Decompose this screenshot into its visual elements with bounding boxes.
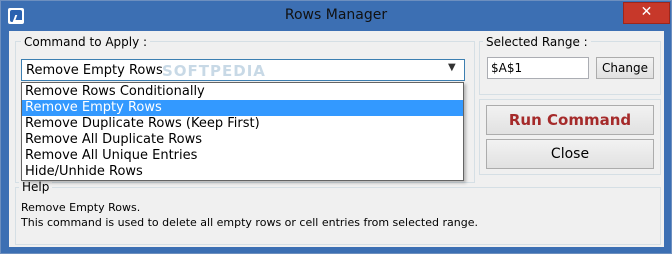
dropdown-option[interactable]: Remove Rows Conditionally [22, 84, 463, 100]
dropdown-option[interactable]: Remove Duplicate Rows (Keep First) [22, 116, 463, 132]
close-button[interactable]: Close [486, 139, 654, 169]
selected-range-field[interactable]: $A$1 [487, 57, 589, 79]
dropdown-option-selected[interactable]: Remove Empty Rows [22, 100, 463, 116]
chevron-down-icon[interactable]: ▼ [448, 62, 456, 73]
help-description-text: This command is used to delete all empty… [21, 216, 478, 229]
command-dropdown-list: Remove Rows Conditionally Remove Empty R… [21, 82, 464, 181]
client-area: Command to Apply : Remove Empty Rows SOF… [9, 31, 664, 247]
run-command-button[interactable]: Run Command [486, 105, 654, 135]
change-range-button[interactable]: Change [596, 57, 654, 79]
softpedia-watermark: SOFTPEDIA [162, 62, 266, 80]
close-icon: ✕ [640, 4, 653, 20]
help-title-text: Remove Empty Rows. [21, 201, 141, 214]
command-group-label: Command to Apply : [21, 35, 151, 49]
command-selected-value: Remove Empty Rows [26, 63, 163, 78]
range-group-label: Selected Range : [483, 35, 591, 49]
title-bar[interactable]: Rows Manager ✕ [1, 1, 671, 31]
dropdown-option[interactable]: Hide/Unhide Rows [22, 164, 463, 180]
command-combobox[interactable]: Remove Empty Rows SOFTPEDIA ▼ [21, 59, 465, 81]
rows-manager-window: Rows Manager ✕ Command to Apply : Remove… [0, 0, 672, 254]
dropdown-option[interactable]: Remove All Unique Entries [22, 148, 463, 164]
window-close-button[interactable]: ✕ [623, 2, 670, 24]
help-group-label: Help [19, 180, 53, 194]
selected-range-value: $A$1 [491, 61, 523, 75]
dropdown-option[interactable]: Remove All Duplicate Rows [22, 132, 463, 148]
window-title: Rows Manager [284, 7, 388, 23]
